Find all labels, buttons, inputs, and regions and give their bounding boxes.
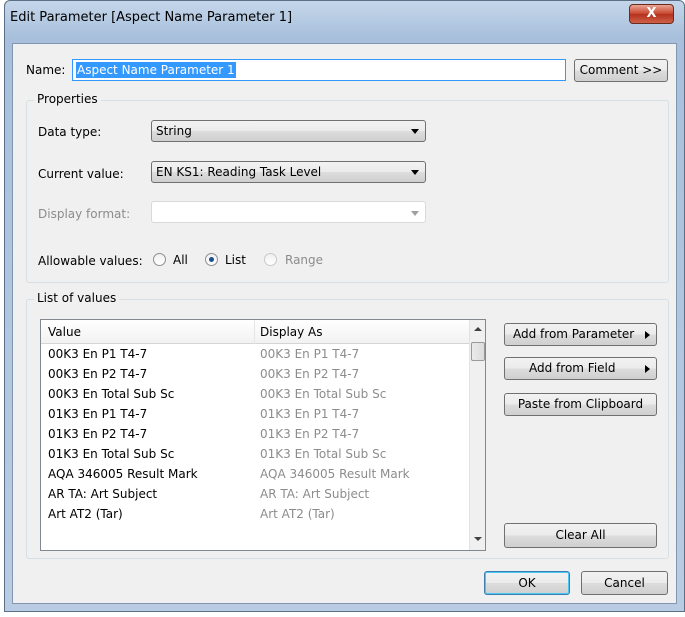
cancel-button[interactable]: Cancel: [581, 571, 668, 595]
table-row[interactable]: 00K3 En Total Sub Sc 00K3 En Total Sub S…: [41, 384, 469, 404]
radio-list-label[interactable]: List: [225, 253, 246, 267]
current-value-dropdown[interactable]: EN KS1: Reading Task Level: [151, 161, 426, 183]
add-from-field-button[interactable]: Add from Field: [504, 357, 657, 380]
radio-list[interactable]: [205, 253, 218, 266]
list-of-values-group-title: List of values: [34, 291, 120, 305]
data-type-dropdown[interactable]: String: [151, 120, 426, 142]
table-row[interactable]: 01K3 En P1 T4-7 01K3 En P1 T4-7: [41, 404, 469, 424]
radio-range[interactable]: [264, 253, 277, 266]
table-row[interactable]: AQA 346005 Result Mark AQA 346005 Result…: [41, 464, 469, 484]
column-header-display-as[interactable]: Display As: [260, 325, 323, 339]
row-value: 00K3 En P1 T4-7: [48, 347, 148, 361]
display-format-dropdown[interactable]: [151, 201, 426, 223]
scroll-up-arrow-icon[interactable]: [474, 327, 482, 331]
row-display-as: AR TA: Art Subject: [260, 487, 370, 501]
name-input-selected-text: Aspect Name Parameter 1: [76, 62, 236, 78]
table-row[interactable]: Art AT2 (Tar) Art AT2 (Tar): [41, 504, 469, 524]
row-value: 01K3 En Total Sub Sc: [48, 447, 175, 461]
chevron-right-icon: [645, 365, 650, 373]
row-value: AQA 346005 Result Mark: [48, 467, 198, 481]
name-input[interactable]: Aspect Name Parameter 1: [72, 59, 566, 81]
table-row[interactable]: AR TA: Art Subject AR TA: Art Subject: [41, 484, 469, 504]
ok-button[interactable]: OK: [484, 571, 570, 595]
vertical-scrollbar[interactable]: [469, 320, 485, 550]
data-type-value: String: [156, 124, 192, 138]
column-header-value[interactable]: Value: [48, 325, 81, 339]
chevron-right-icon: [645, 331, 650, 339]
row-display-as: 01K3 En P2 T4-7: [260, 427, 360, 441]
add-from-parameter-label: Add from Parameter: [513, 327, 635, 341]
row-value: 01K3 En P1 T4-7: [48, 407, 148, 421]
row-display-as: 00K3 En P2 T4-7: [260, 367, 360, 381]
row-value: Art AT2 (Tar): [48, 507, 123, 521]
add-from-field-label: Add from Field: [529, 361, 616, 375]
current-value-label: Current value:: [38, 167, 124, 181]
table-row[interactable]: 01K3 En P2 T4-7 01K3 En P2 T4-7: [41, 424, 469, 444]
close-icon: X: [646, 6, 657, 21]
row-value: 00K3 En P2 T4-7: [48, 367, 148, 381]
values-list[interactable]: Value Display As 00K3 En P1 T4-7 00K3 En…: [40, 319, 486, 551]
table-row[interactable]: 00K3 En P1 T4-7 00K3 En P1 T4-7: [41, 344, 469, 364]
list-header: Value Display As: [41, 320, 469, 344]
allowable-values-label: Allowable values:: [38, 254, 143, 268]
radio-all-label[interactable]: All: [173, 253, 188, 267]
current-value-value: EN KS1: Reading Task Level: [156, 165, 322, 179]
list-rows: 00K3 En P1 T4-7 00K3 En P1 T4-7 00K3 En …: [41, 344, 469, 524]
row-display-as: 00K3 En Total Sub Sc: [260, 387, 387, 401]
chevron-down-icon: [411, 170, 419, 175]
scroll-down-arrow-icon[interactable]: [474, 537, 482, 541]
row-value: 00K3 En Total Sub Sc: [48, 387, 175, 401]
chevron-down-icon: [411, 211, 419, 216]
properties-group-title: Properties: [34, 92, 101, 106]
table-row[interactable]: 01K3 En Total Sub Sc 01K3 En Total Sub S…: [41, 444, 469, 464]
radio-selected-dot: [209, 257, 214, 262]
table-row[interactable]: 00K3 En P2 T4-7 00K3 En P2 T4-7: [41, 364, 469, 384]
window-title: Edit Parameter [Aspect Name Parameter 1]: [10, 10, 293, 25]
column-divider[interactable]: [254, 320, 255, 344]
radio-range-label: Range: [285, 253, 324, 267]
row-display-as: 00K3 En P1 T4-7: [260, 347, 360, 361]
scrollbar-thumb[interactable]: [471, 342, 485, 361]
close-button[interactable]: X: [629, 4, 674, 24]
row-display-as: AQA 346005 Result Mark: [260, 467, 410, 481]
data-type-label: Data type:: [38, 125, 102, 139]
row-display-as: 01K3 En Total Sub Sc: [260, 447, 387, 461]
comment-button[interactable]: Comment >>: [574, 59, 668, 82]
row-value: AR TA: Art Subject: [48, 487, 158, 501]
row-value: 01K3 En P2 T4-7: [48, 427, 148, 441]
row-display-as: 01K3 En P1 T4-7: [260, 407, 360, 421]
name-label: Name:: [26, 63, 66, 77]
clear-all-button[interactable]: Clear All: [504, 523, 657, 548]
radio-all[interactable]: [153, 253, 166, 266]
row-display-as: Art AT2 (Tar): [260, 507, 335, 521]
add-from-parameter-button[interactable]: Add from Parameter: [504, 323, 657, 346]
chevron-down-icon: [411, 129, 419, 134]
paste-from-clipboard-button[interactable]: Paste from Clipboard: [504, 393, 657, 416]
display-format-label: Display format:: [38, 207, 131, 221]
